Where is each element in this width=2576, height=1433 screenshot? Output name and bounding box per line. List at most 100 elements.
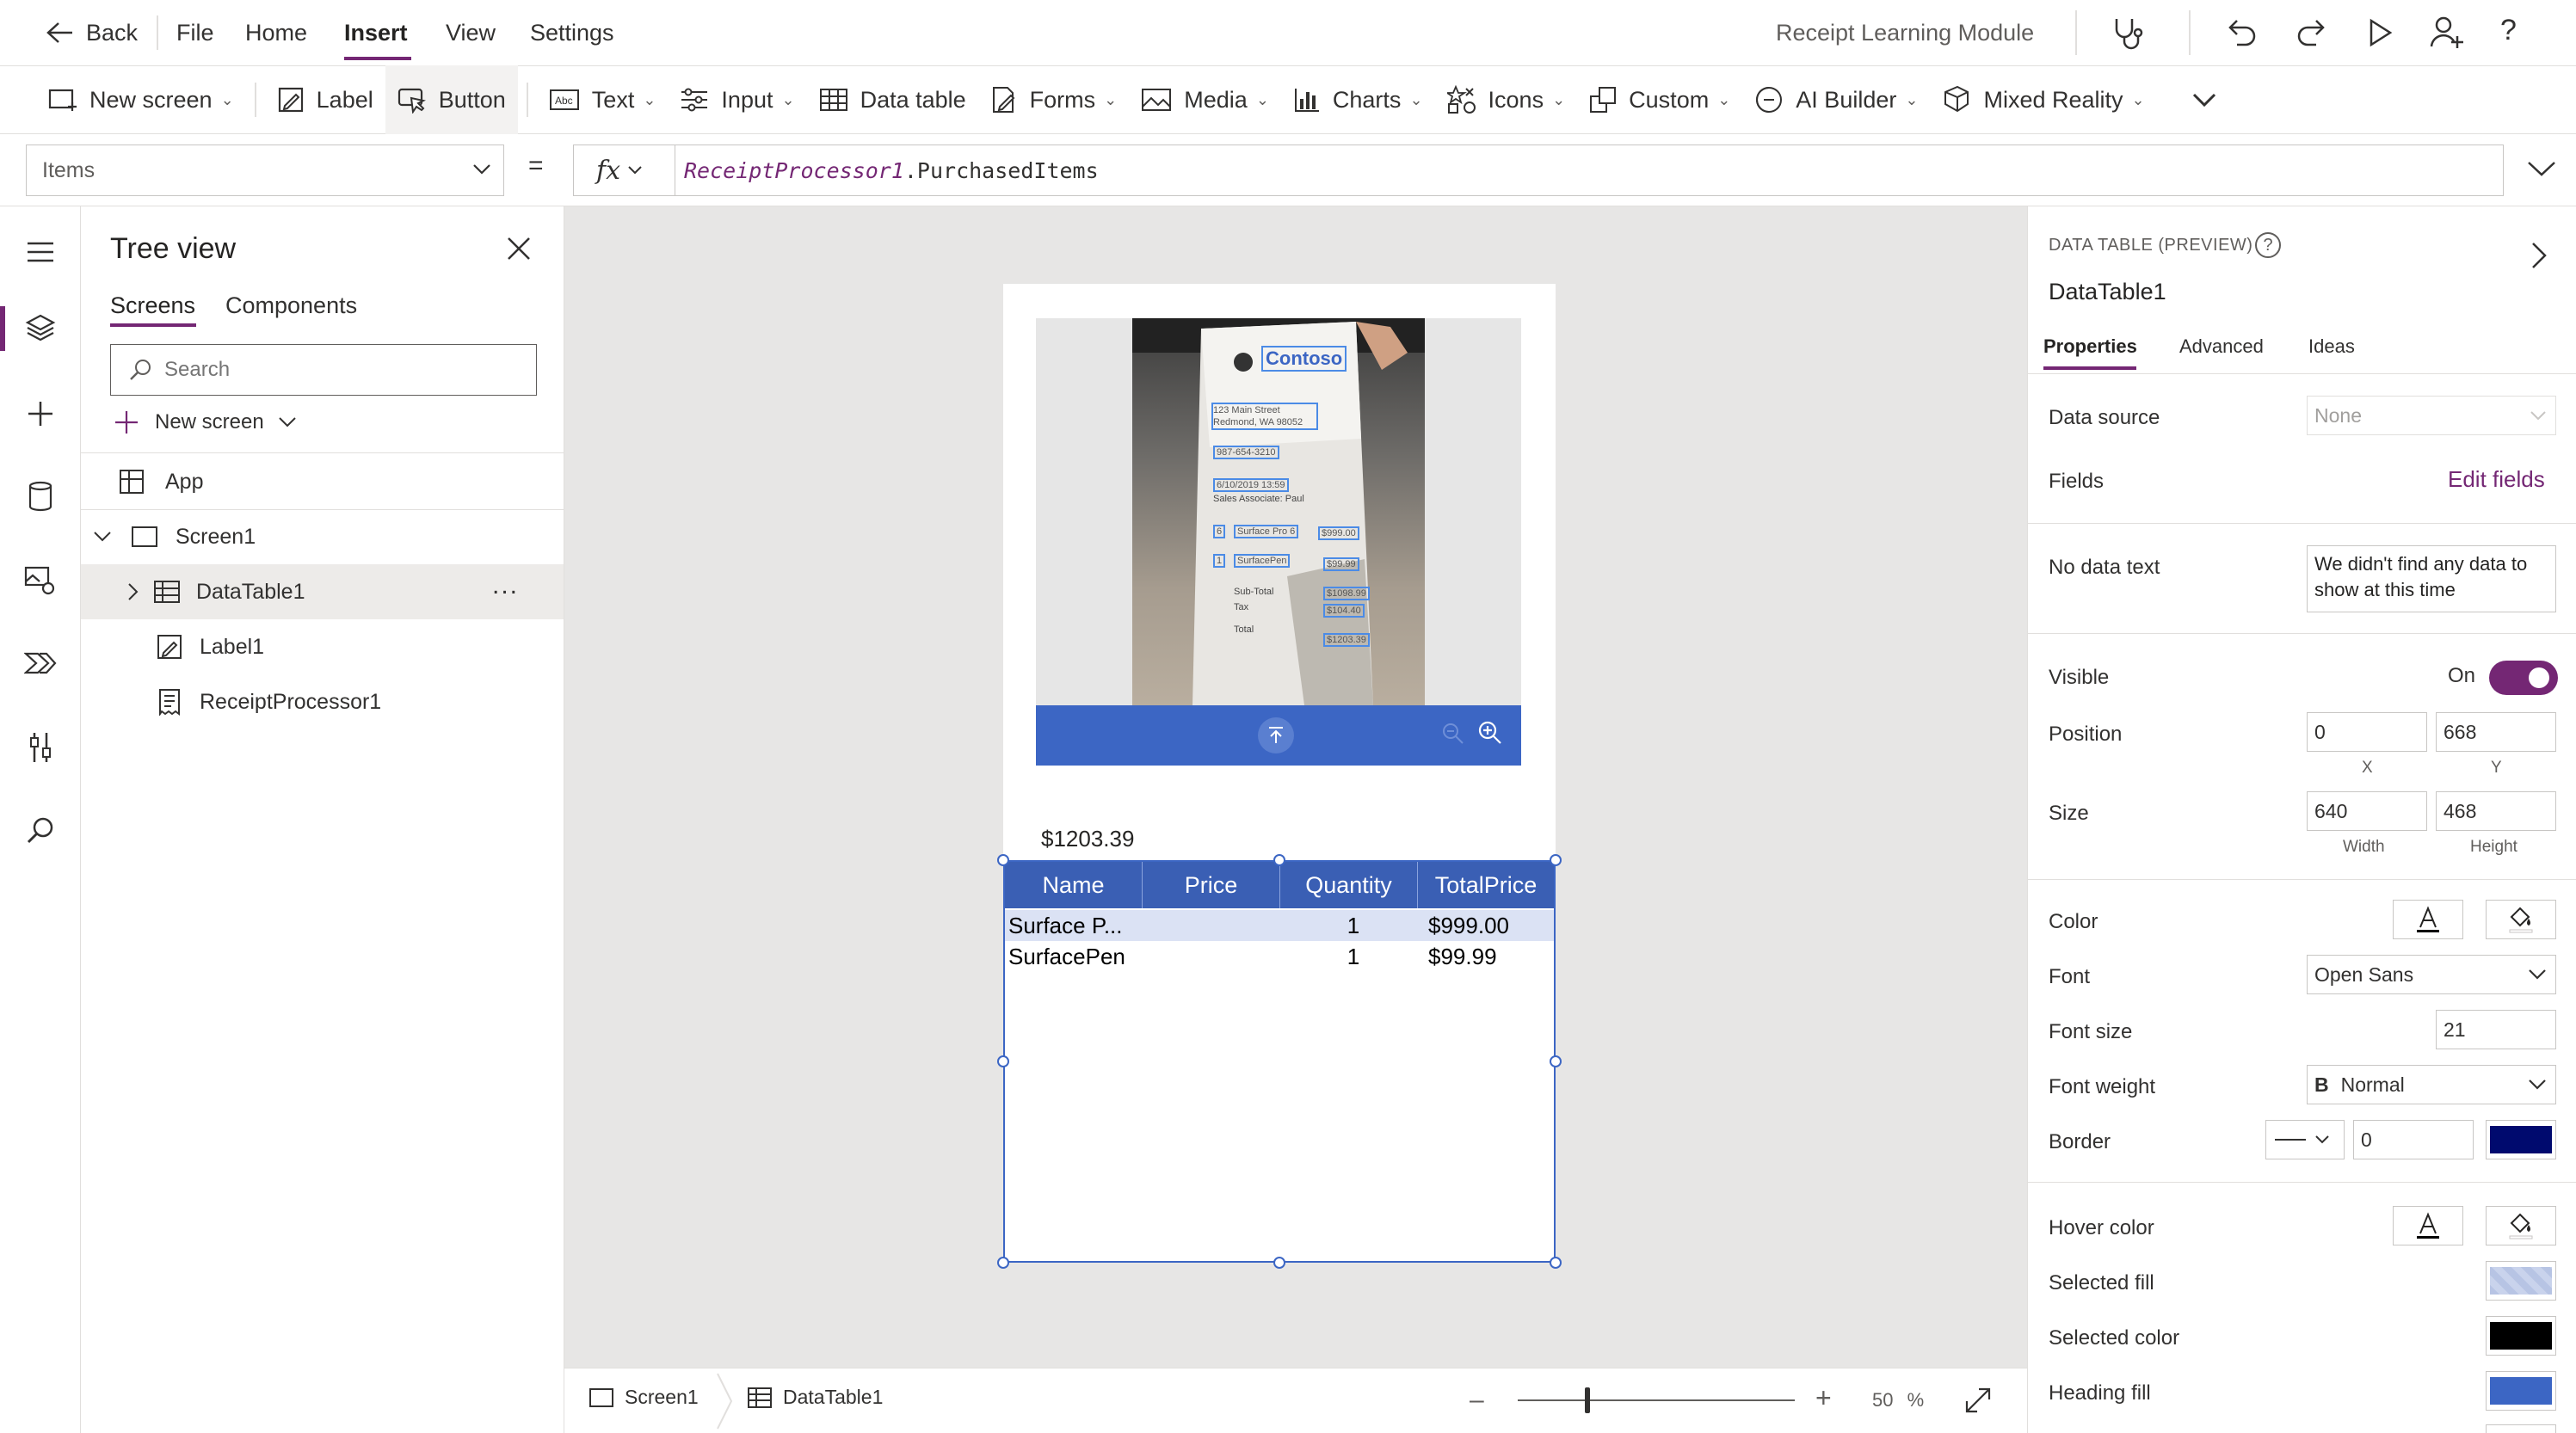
- menu-home[interactable]: Home: [245, 0, 307, 65]
- edit-fields-link[interactable]: Edit fields: [2448, 466, 2545, 493]
- tab-components[interactable]: Components: [225, 292, 357, 319]
- search-input[interactable]: [164, 358, 526, 382]
- close-tree-view-button[interactable]: [506, 236, 532, 266]
- resize-handle[interactable]: [1550, 1055, 1562, 1067]
- total-price-label[interactable]: $1203.39: [1041, 826, 1134, 852]
- tree-view-layers-icon[interactable]: [21, 308, 60, 347]
- formula-input[interactable]: ReceiptProcessor1 .PurchasedItems: [675, 145, 2504, 196]
- font-dropdown[interactable]: Open Sans: [2307, 955, 2556, 994]
- insert-label-button[interactable]: Label: [265, 65, 385, 134]
- resize-handle[interactable]: [997, 1257, 1009, 1269]
- resize-handle[interactable]: [997, 854, 1009, 866]
- more-options-icon[interactable]: ...: [492, 571, 519, 600]
- resize-handle[interactable]: [1273, 1257, 1285, 1269]
- table-header-cell[interactable]: TotalPrice: [1418, 862, 1554, 908]
- media-icon[interactable]: [21, 561, 60, 600]
- control-name[interactable]: DataTable1: [2049, 279, 2166, 305]
- insert-button-button[interactable]: Button: [385, 65, 518, 134]
- height-input[interactable]: 468: [2436, 791, 2556, 831]
- back-button[interactable]: Back: [45, 0, 138, 65]
- fill-color-picker[interactable]: [2486, 900, 2556, 939]
- border-thickness-input[interactable]: 0: [2353, 1120, 2474, 1159]
- new-screen-button[interactable]: New screen ⌄: [0, 65, 246, 134]
- upload-button[interactable]: [1258, 717, 1294, 753]
- tree-search-box[interactable]: [110, 344, 537, 396]
- table-row[interactable]: SurfacePen 1 $99.99: [1005, 941, 1554, 972]
- menu-insert[interactable]: Insert: [344, 0, 408, 65]
- resize-handle[interactable]: [1550, 854, 1562, 866]
- table-header-cell[interactable]: Quantity: [1280, 862, 1418, 908]
- insert-ai-builder-button[interactable]: AI Builder ⌄: [1742, 65, 1930, 134]
- width-input[interactable]: 640: [2307, 791, 2427, 831]
- insert-data-table-button[interactable]: Data table: [807, 65, 978, 134]
- expand-formula-button[interactable]: [2526, 158, 2557, 183]
- insert-mixed-reality-button[interactable]: Mixed Reality ⌄: [1930, 65, 2156, 134]
- insert-input-button[interactable]: Input ⌄: [668, 65, 806, 134]
- breadcrumb-screen1[interactable]: Screen1: [589, 1386, 699, 1409]
- border-style-dropdown[interactable]: [2265, 1120, 2345, 1159]
- redo-icon[interactable]: [2294, 15, 2328, 54]
- zoom-in-icon[interactable]: [1478, 721, 1502, 745]
- resize-handle[interactable]: [997, 1055, 1009, 1067]
- power-automate-icon[interactable]: [21, 643, 60, 683]
- tree-new-screen-button[interactable]: New screen: [114, 409, 297, 435]
- help-icon[interactable]: ?: [2500, 14, 2517, 47]
- table-header-cell[interactable]: Name: [1005, 862, 1143, 908]
- zoom-out-button[interactable]: –: [1470, 1386, 1484, 1415]
- insert-icons-button[interactable]: Icons ⌄: [1435, 65, 1578, 134]
- fit-to-window-button[interactable]: [1963, 1386, 1993, 1419]
- position-y-input[interactable]: 668: [2436, 712, 2556, 752]
- tab-screens[interactable]: Screens: [110, 292, 195, 319]
- heading-fill-picker[interactable]: [2486, 1371, 2556, 1411]
- help-circle-icon[interactable]: ?: [2255, 232, 2281, 258]
- data-cylinder-icon[interactable]: [21, 477, 60, 516]
- play-preview-icon[interactable]: [2364, 17, 2395, 52]
- resize-handle[interactable]: [1550, 1257, 1562, 1269]
- hamburger-menu-icon[interactable]: [21, 232, 60, 272]
- tree-item-screen1[interactable]: Screen1: [81, 509, 564, 564]
- font-size-input[interactable]: 21: [2436, 1010, 2556, 1049]
- breadcrumb-datatable1[interactable]: DataTable1: [747, 1386, 883, 1409]
- tab-ideas[interactable]: Ideas: [2308, 335, 2355, 358]
- ribbon-overflow-button[interactable]: [2157, 65, 2241, 134]
- zoom-slider-thumb[interactable]: [1584, 1387, 1590, 1413]
- selected-fill-picker[interactable]: [2486, 1261, 2556, 1301]
- menu-settings[interactable]: Settings: [530, 0, 614, 65]
- zoom-in-button[interactable]: +: [1815, 1382, 1832, 1414]
- insert-plus-icon[interactable]: [21, 394, 60, 434]
- tree-item-receiptprocessor1[interactable]: ReceiptProcessor1: [81, 674, 564, 729]
- insert-forms-button[interactable]: Forms ⌄: [978, 65, 1130, 134]
- tree-item-label1[interactable]: Label1: [81, 619, 564, 674]
- zoom-out-icon[interactable]: [1442, 723, 1464, 745]
- table-row[interactable]: Surface P... 1 $999.00: [1005, 910, 1554, 941]
- border-color-picker[interactable]: [2486, 1120, 2556, 1159]
- position-x-input[interactable]: 0: [2307, 712, 2427, 752]
- selected-color-picker[interactable]: [2486, 1316, 2556, 1356]
- insert-media-button[interactable]: Media ⌄: [1129, 65, 1281, 134]
- receipt-processor-control[interactable]: Contoso 123 Main Street Redmond, WA 9805…: [1036, 318, 1521, 766]
- resize-handle[interactable]: [1273, 854, 1285, 866]
- tab-advanced[interactable]: Advanced: [2179, 335, 2264, 358]
- tab-properties[interactable]: Properties: [2043, 335, 2137, 358]
- search-icon[interactable]: [21, 810, 60, 850]
- data-source-dropdown[interactable]: None: [2307, 396, 2556, 435]
- font-weight-dropdown[interactable]: B Normal: [2307, 1065, 2556, 1104]
- data-table[interactable]: Name Price Quantity TotalPrice Surface P…: [1003, 860, 1556, 1263]
- collapse-panel-button[interactable]: [2530, 241, 2548, 274]
- property-dropdown[interactable]: Items: [26, 145, 504, 196]
- hover-fill-color-picker[interactable]: [2486, 1206, 2556, 1245]
- visible-toggle[interactable]: [2489, 661, 2558, 695]
- tree-item-datatable1[interactable]: DataTable1 ...: [81, 564, 564, 619]
- undo-icon[interactable]: [2225, 15, 2259, 54]
- menu-file[interactable]: File: [176, 0, 214, 65]
- insert-custom-button[interactable]: Custom ⌄: [1577, 65, 1742, 134]
- tree-item-app[interactable]: App: [81, 454, 564, 509]
- menu-view[interactable]: View: [446, 0, 496, 65]
- next-color-picker[interactable]: [2486, 1424, 2556, 1433]
- text-color-picker[interactable]: [2393, 900, 2463, 939]
- advanced-tools-icon[interactable]: [21, 728, 60, 767]
- fx-button[interactable]: fx: [573, 145, 675, 196]
- zoom-slider-track[interactable]: [1518, 1399, 1795, 1401]
- screen1-canvas[interactable]: Contoso 123 Main Street Redmond, WA 9805…: [997, 284, 1562, 1269]
- no-data-text-input[interactable]: We didn't find any data to show at this …: [2307, 545, 2556, 612]
